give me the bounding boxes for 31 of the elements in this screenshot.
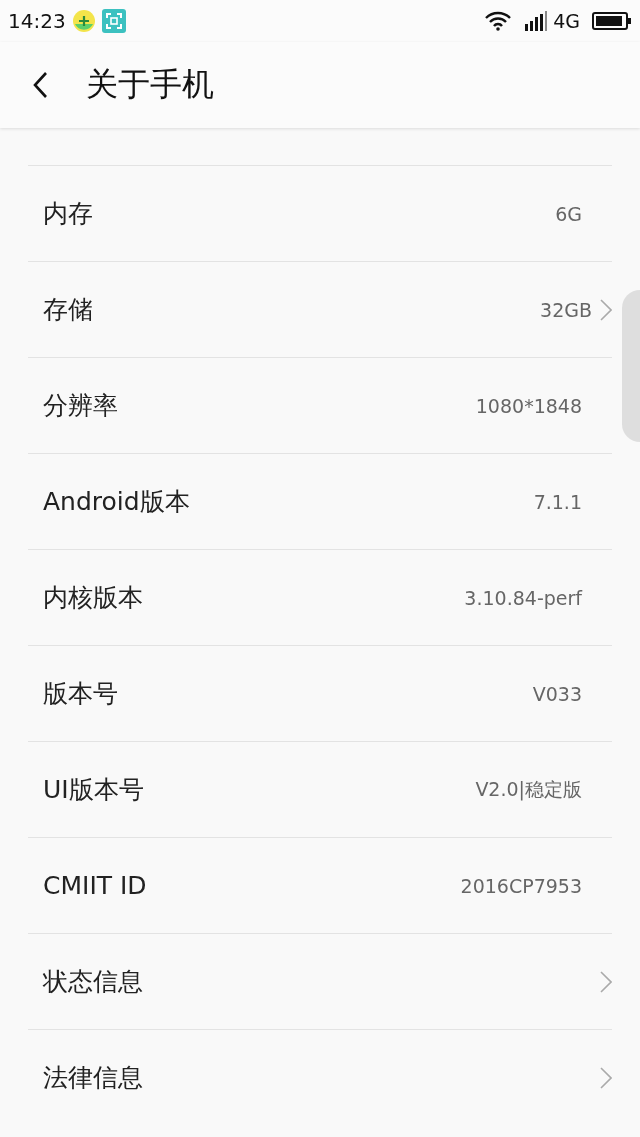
setting-value: V033 [532,682,582,705]
setting-value: 1080*1848 [475,394,582,417]
wifi-icon [485,11,512,31]
setting-label[interactable]: 法律信息 [43,1061,592,1094]
page-title: 关于手机 [86,64,214,105]
setting-label[interactable]: UI版本号 [43,773,476,806]
setting-label[interactable]: 内存 [43,197,556,230]
setting-value: V2.0|稳定版 [475,776,582,803]
chevron-right-icon[interactable] [600,298,612,321]
setting-label[interactable]: Android版本 [43,485,534,518]
setting-value: 7.1.1 [533,490,582,513]
status-time: 14:23 [8,9,66,33]
back-icon[interactable] [32,71,48,99]
chevron-right-icon[interactable] [600,1066,612,1089]
setting-value: 2016CP7953 [460,874,582,897]
setting-label[interactable]: 状态信息 [43,965,592,998]
network-type: 4G [553,10,580,32]
setting-value: 6G [555,202,582,225]
chevron-right-icon[interactable] [600,970,612,993]
scan-icon [101,9,126,33]
setting-label[interactable]: 分辨率 [43,389,476,422]
side-handle[interactable] [622,290,640,442]
plus-circle-icon [71,9,96,33]
setting-label[interactable]: 内核版本 [43,581,465,614]
setting-label[interactable]: 存储 [43,293,541,326]
signal-icon [525,11,548,31]
setting-label[interactable]: 版本号 [43,677,533,710]
battery-icon [592,12,632,30]
setting-value: 32GB [540,298,592,321]
setting-label[interactable]: CMIIT ID [43,871,461,900]
setting-value: 3.10.84-perf [464,586,582,609]
